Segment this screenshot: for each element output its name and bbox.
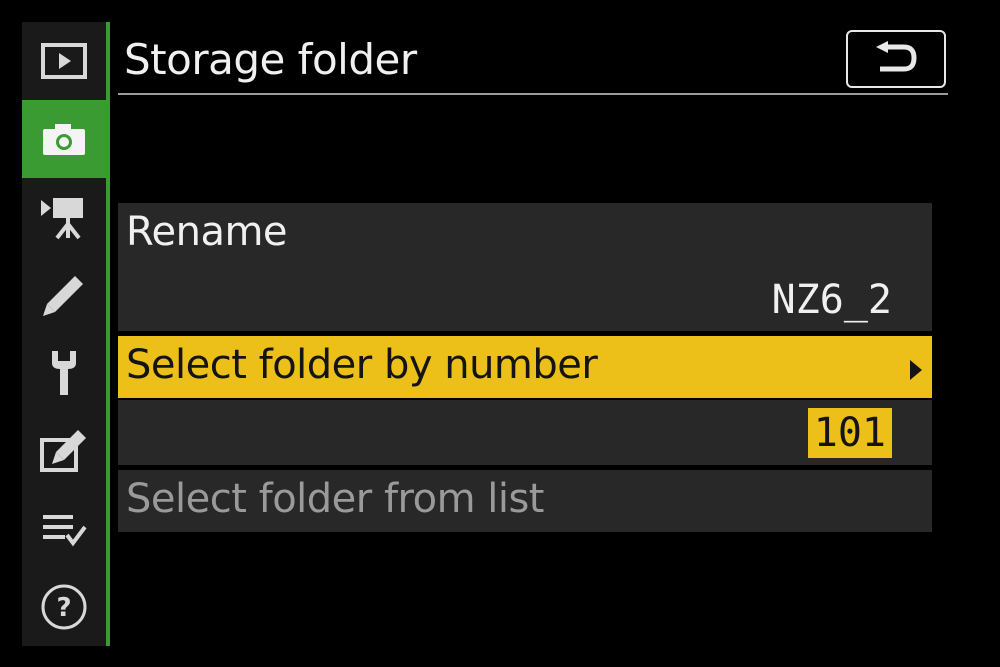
page-title: Storage folder <box>124 35 417 84</box>
menu-item-select-folder-from-list[interactable]: Select folder from list <box>118 470 932 532</box>
help-icon: ? <box>41 584 87 630</box>
photo-shooting-tab[interactable] <box>22 100 106 178</box>
menu-sidebar: ? <box>22 22 106 646</box>
select-by-number-label: Select folder by number <box>126 342 598 388</box>
back-arrow-icon <box>876 41 917 72</box>
custom-settings-tab[interactable] <box>22 256 106 334</box>
submenu-arrow-icon <box>910 360 922 380</box>
my-menu-tab[interactable] <box>22 490 106 568</box>
playback-icon <box>41 43 87 79</box>
select-by-number-value-row: 101 <box>118 400 932 465</box>
pencil-icon <box>43 276 83 316</box>
camera-icon <box>43 124 85 155</box>
folder-number-value: 101 <box>807 408 892 458</box>
svg-text:?: ? <box>56 593 71 623</box>
wrench-icon <box>52 351 76 395</box>
menu-item-rename[interactable]: Rename NZ6_2 <box>118 203 932 331</box>
help-button[interactable]: ? <box>22 568 106 646</box>
playback-tab[interactable] <box>22 22 106 100</box>
setup-tab[interactable] <box>22 334 106 412</box>
title-divider <box>118 93 948 95</box>
my-menu-icon <box>43 515 87 547</box>
sidebar-accent-line <box>106 22 110 646</box>
retouch-tab[interactable] <box>22 412 106 490</box>
camera-menu-screen: ? Storage folder Rename NZ6_2 Select fol… <box>0 0 1000 667</box>
movie-camera-icon <box>41 198 83 240</box>
retouch-icon <box>40 430 86 472</box>
movie-shooting-tab[interactable] <box>22 178 106 256</box>
rename-value: NZ6_2 <box>771 277 892 323</box>
back-button[interactable] <box>846 30 946 88</box>
rename-label: Rename <box>126 209 288 255</box>
menu-item-select-folder-by-number[interactable]: Select folder by number <box>118 336 932 398</box>
select-from-list-label: Select folder from list <box>126 476 545 522</box>
